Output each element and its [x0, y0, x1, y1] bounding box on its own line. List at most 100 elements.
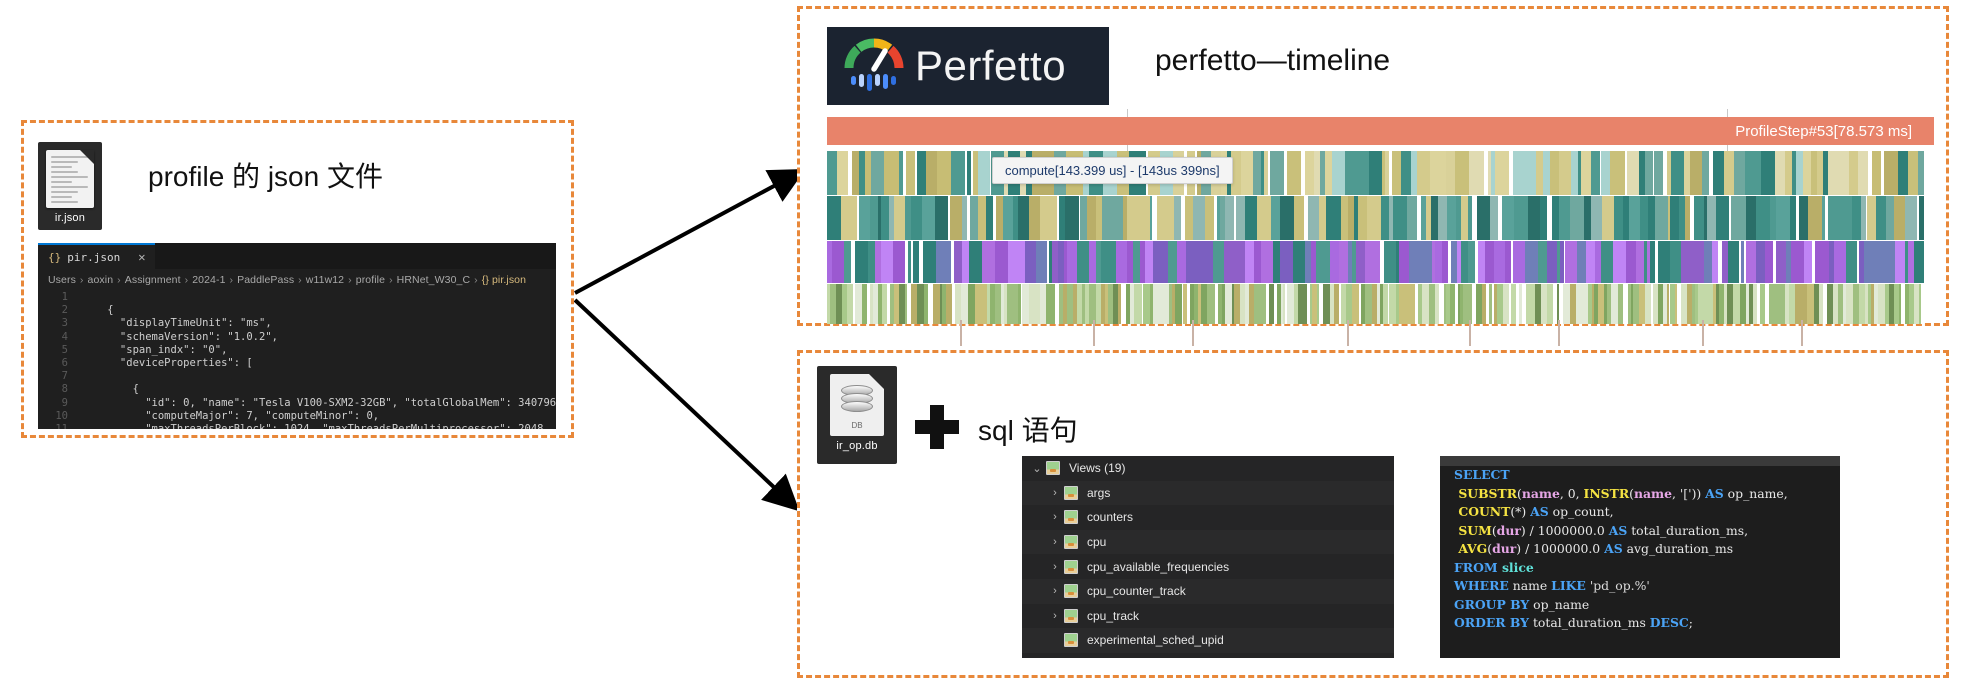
arrow-json-to-sql [573, 298, 800, 512]
chevron-right-icon: › [117, 274, 121, 286]
perfetto-gauge-icon [844, 38, 904, 91]
timeline-descender [1557, 320, 1560, 346]
views-tree-item-label: cpu [1087, 535, 1107, 550]
chevron-right-icon[interactable]: › [1046, 561, 1064, 573]
code-line: 6 "deviceProperties": [ [38, 357, 556, 370]
timeline-track-row[interactable] [827, 284, 1934, 346]
sql-query-block[interactable]: SELECT SUBSTR(name, 0, INSTR(name, '['))… [1440, 456, 1840, 658]
breadcrumb-0[interactable]: Users [48, 274, 76, 286]
database-document-icon: DB [830, 374, 884, 436]
compute-slice-tooltip: compute[143.399 us] - [143us 399ns] [992, 157, 1233, 184]
ir-json-file-icon[interactable]: ir.json [38, 142, 102, 230]
line-number: 10 [55, 409, 68, 422]
perfetto-timeline[interactable]: ProfileStep#53[78.573 ms] compute[143.39… [827, 109, 1934, 346]
code-line: 7 [38, 370, 556, 383]
sql-line: COUNT(*) AS op_count, [1458, 504, 1614, 519]
db-badge-label: DB [851, 421, 863, 430]
views-tree-item-label: experimental_sched_upid [1087, 633, 1224, 648]
chevron-right-icon[interactable]: › [1046, 585, 1064, 597]
line-number: 4 [61, 330, 68, 343]
views-tree-item-label: cpu_available_frequencies [1087, 559, 1230, 574]
view-table-icon [1046, 461, 1060, 476]
close-icon[interactable]: ✕ [138, 250, 145, 264]
sql-headline: sql 语句 [978, 415, 1078, 446]
code-line: 8 { [38, 383, 556, 396]
profile-step-slice[interactable]: ProfileStep#53[78.573 ms] [827, 117, 1934, 145]
breadcrumb-current[interactable]: {} pir.json [482, 274, 526, 286]
code-line: 11 "maxThreadsPerBlock": 1024, "maxThrea… [38, 423, 556, 429]
breadcrumb-5[interactable]: w11w12 [306, 274, 344, 286]
perfetto-logo: Perfetto [827, 27, 1109, 105]
sql-line: SUM(dur) / 1000000.0 AS total_duration_m… [1458, 522, 1749, 538]
sql-line: AVG(dur) / 1000000.0 AS avg_duration_ms [1458, 541, 1734, 556]
line-number: 9 [61, 396, 68, 409]
breadcrumb-4[interactable]: PaddlePass [237, 274, 294, 286]
sql-line: SUBSTR(name, 0, INSTR(name, '[')) AS op_… [1458, 485, 1788, 501]
views-tree-item-counters[interactable]: › counters [1022, 505, 1394, 530]
views-tree-item-experimental-sched-upid[interactable]: experimental_sched_upid [1022, 628, 1394, 653]
view-table-icon [1064, 510, 1078, 525]
views-tree[interactable]: ⌄ Views (19) › args › counters › cpu › c… [1022, 456, 1394, 658]
sql-block-titlebar [1440, 456, 1840, 466]
chevron-right-icon: › [389, 274, 393, 286]
timeline-track-row[interactable] [827, 241, 1934, 283]
chevron-down-icon[interactable]: ⌄ [1028, 462, 1046, 475]
views-tree-item-args[interactable]: › args [1022, 480, 1394, 506]
chevron-right-icon: › [79, 274, 84, 286]
timeline-descender [1801, 320, 1804, 346]
code-line: 5 "span_indx": "0", [38, 344, 556, 357]
view-table-icon [1064, 485, 1078, 500]
views-tree-root-label: Views (19) [1069, 461, 1126, 476]
breadcrumb-3[interactable]: 2024-1 [192, 274, 225, 286]
profile-step-label: ProfileStep#53[78.573 ms] [1735, 122, 1912, 140]
chevron-right-icon: › [229, 274, 234, 286]
breadcrumb-7[interactable]: HRNet_W30_C [397, 274, 470, 286]
view-table-icon [1064, 608, 1078, 623]
views-tree-root[interactable]: ⌄ Views (19) [1022, 456, 1394, 481]
line-source: "computeMajor": 7, "computeMinor": 0, [82, 409, 380, 422]
slide-canvas: ir.json profile 的 json 文件 {} pir.json ✕ … [0, 0, 1964, 684]
ir-op-db-file-icon[interactable]: DB ir_op.db [817, 366, 897, 464]
line-number: 2 [61, 304, 68, 317]
json-doc-lines [51, 156, 88, 203]
chevron-right-icon[interactable]: › [1046, 536, 1064, 548]
code-line: 2 { [38, 304, 556, 317]
sql-line: GROUP BY op_name [1454, 596, 1590, 612]
chevron-right-icon[interactable]: › [1046, 610, 1064, 622]
line-source: "displayTimeUnit": "ms", [82, 317, 272, 330]
timeline-descender [1469, 320, 1472, 346]
json-editor-panel[interactable]: {} pir.json ✕ Users › aoxin › Assignment › 202… [38, 243, 556, 429]
line-number: 3 [61, 317, 68, 330]
chevron-right-icon[interactable]: › [1046, 487, 1064, 499]
breadcrumb[interactable]: Users › aoxin › Assignment › 2024-1 › PaddlePass… [38, 269, 556, 289]
line-number: 7 [61, 370, 68, 383]
breadcrumb-1[interactable]: aoxin [88, 274, 114, 286]
perfetto-wordmark: Perfetto [915, 42, 1067, 89]
breadcrumb-2[interactable]: Assignment [125, 274, 181, 286]
editor-code-area[interactable]: 1 2 { 3 "displayTimeUnit": "ms", 4 "sche… [38, 289, 556, 429]
breadcrumb-6[interactable]: profile [356, 274, 385, 286]
timeline-descender [1192, 320, 1195, 346]
chevron-right-icon[interactable]: › [1046, 511, 1064, 523]
sql-line: WHERE name LIKE 'pd_op.%' [1454, 578, 1650, 593]
chevron-right-icon: › [474, 274, 478, 286]
views-tree-item-cpu-track[interactable]: › cpu_track [1022, 604, 1394, 629]
view-table-icon [1064, 535, 1078, 550]
views-tree-item-label: cpu_counter_track [1087, 584, 1186, 599]
sql-line: SELECT [1454, 467, 1510, 482]
views-tree-item-cpu-available-frequencies[interactable]: › cpu_available_frequencies [1022, 554, 1394, 579]
code-line: 1 [38, 291, 556, 304]
code-line: 10 "computeMajor": 7, "computeMinor": 0, [38, 410, 556, 423]
timeline-track-row[interactable] [827, 196, 1934, 240]
perfetto-timeline-headline: perfetto—timeline [1155, 44, 1391, 77]
views-tree-item-label: cpu_track [1087, 608, 1140, 623]
database-cylinder-icon [841, 385, 873, 417]
views-tree-item-cpu[interactable]: › cpu [1022, 529, 1394, 555]
line-source: "maxThreadsPerBlock": 1024, "maxThreadsP… [82, 423, 543, 429]
chevron-right-icon: › [298, 274, 302, 286]
views-tree-item-cpu-counter-track[interactable]: › cpu_counter_track [1022, 578, 1394, 604]
chevron-right-icon: › [348, 274, 352, 286]
editor-tab-pir-json[interactable]: {} pir.json ✕ [38, 243, 156, 269]
json-brace-icon: {} [48, 250, 62, 264]
line-number: 5 [61, 343, 68, 356]
